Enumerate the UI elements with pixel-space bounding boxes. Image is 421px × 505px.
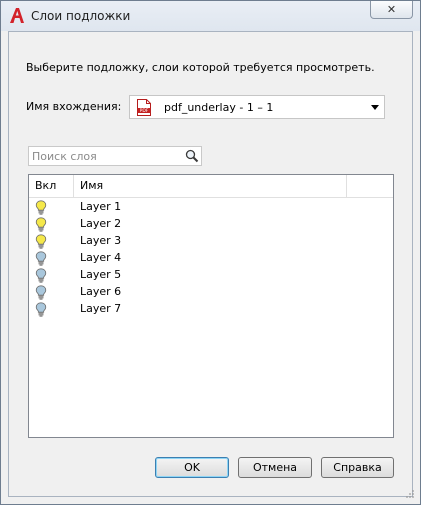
layer-row[interactable]: Layer 5 xyxy=(29,267,393,284)
light-bulb-off-icon[interactable] xyxy=(35,285,47,300)
layer-name: Layer 1 xyxy=(80,200,122,213)
layer-row[interactable]: Layer 4 xyxy=(29,250,393,267)
svg-text:PDF: PDF xyxy=(140,108,149,114)
column-header-filler xyxy=(347,175,393,197)
layer-row[interactable]: Layer 1 xyxy=(29,199,393,216)
layer-row[interactable]: Layer 6 xyxy=(29,284,393,301)
layer-list-header: Вкл Имя xyxy=(29,175,393,198)
layer-name: Layer 6 xyxy=(80,285,122,298)
resize-grip-icon[interactable] xyxy=(405,489,415,499)
dialog-window: Слои подложки ✕ Выберите подложку, слои … xyxy=(0,0,421,505)
layer-name: Layer 2 xyxy=(80,217,122,230)
instruction-text: Выберите подложку, слои которой требуетс… xyxy=(26,61,375,74)
layer-row[interactable]: Layer 7 xyxy=(29,301,393,318)
layer-search-box[interactable] xyxy=(28,146,202,166)
search-icon[interactable] xyxy=(185,149,199,163)
layer-name: Layer 7 xyxy=(80,302,122,315)
window-title: Слои подложки xyxy=(31,9,131,23)
ok-button[interactable]: OK xyxy=(155,457,229,478)
light-bulb-on-icon[interactable] xyxy=(35,200,47,215)
layer-search-input[interactable] xyxy=(32,149,182,163)
chevron-down-icon[interactable] xyxy=(371,105,379,110)
layer-list[interactable]: Вкл Имя Layer 1 Layer 2 Layer 3 Layer 4 Laye… xyxy=(28,174,394,438)
help-button[interactable]: Справка xyxy=(321,457,394,478)
light-bulb-on-icon[interactable] xyxy=(35,217,47,232)
inclusion-name-label: Имя вхождения: xyxy=(26,100,122,113)
cancel-button[interactable]: Отмена xyxy=(238,457,312,478)
layer-row[interactable]: Layer 3 xyxy=(29,233,393,250)
layer-name: Layer 4 xyxy=(80,251,122,264)
light-bulb-off-icon[interactable] xyxy=(35,302,47,317)
close-button[interactable]: ✕ xyxy=(370,1,413,19)
title-bar[interactable]: Слои подложки ✕ xyxy=(1,1,420,31)
layer-name: Layer 3 xyxy=(80,234,122,247)
layer-row[interactable]: Layer 2 xyxy=(29,216,393,233)
underlay-select-value: pdf_underlay - 1 – 1 xyxy=(164,101,274,114)
close-icon: ✕ xyxy=(386,3,397,16)
column-header-on[interactable]: Вкл xyxy=(29,175,74,197)
light-bulb-off-icon[interactable] xyxy=(35,251,47,266)
pdf-file-icon: PDF xyxy=(137,99,151,116)
layer-name: Layer 5 xyxy=(80,268,122,281)
column-header-name[interactable]: Имя xyxy=(74,175,347,197)
light-bulb-on-icon[interactable] xyxy=(35,234,47,249)
app-icon xyxy=(10,8,24,23)
underlay-select[interactable]: PDF pdf_underlay - 1 – 1 xyxy=(129,95,385,119)
light-bulb-off-icon[interactable] xyxy=(35,268,47,283)
